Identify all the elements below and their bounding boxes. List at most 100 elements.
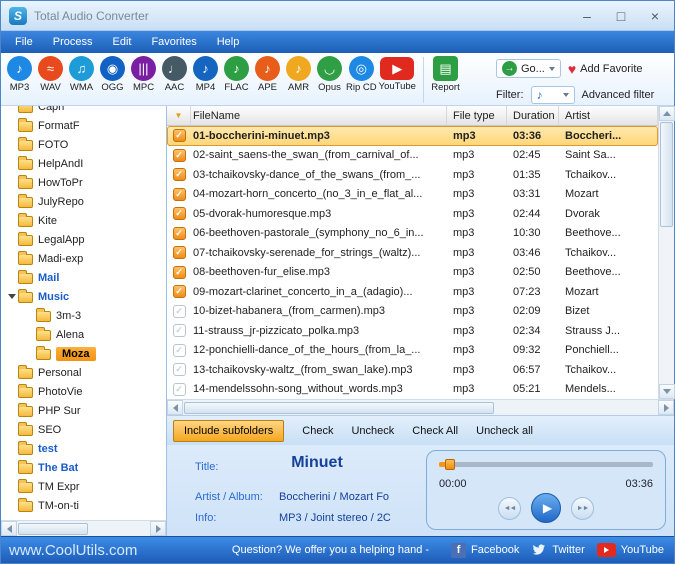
file-row[interactable]: ✓ 03-tchaikovsky-dance_of_the_swans_(fro… [167, 165, 658, 185]
tree-folder-item[interactable]: TM Expr [1, 477, 166, 496]
list-vertical-scrollbar[interactable] [658, 106, 674, 399]
tree-folder-item[interactable]: PHP Sur [1, 401, 166, 420]
scroll-down-icon[interactable] [659, 384, 675, 399]
column-header-filename[interactable]: FileName [191, 106, 447, 125]
format-button[interactable]: ▶ YouTube [378, 56, 417, 105]
uncheck-all-button[interactable]: Uncheck all [476, 425, 533, 437]
file-row[interactable]: ✓ 04-mozart-horn_concerto_(no_3_in_e_fla… [167, 185, 658, 205]
checkbox-icon[interactable]: ✓ [173, 344, 186, 357]
expander-icon[interactable] [5, 465, 18, 470]
checkbox-icon[interactable]: ✓ [173, 305, 186, 318]
checkbox-icon[interactable]: ✓ [173, 246, 186, 259]
include-subfolders-button[interactable]: Include subfolders [173, 420, 284, 442]
checkbox-icon[interactable]: ✓ [173, 168, 186, 181]
format-button[interactable]: ||| MPC [128, 56, 159, 105]
tree-folder-item[interactable]: SEO [1, 420, 166, 439]
list-horizontal-scrollbar[interactable] [167, 399, 674, 415]
expander-icon[interactable] [5, 199, 18, 204]
check-all-button[interactable]: Check All [412, 425, 458, 437]
format-button[interactable]: ≈ WAV [35, 56, 66, 105]
file-row[interactable]: ✓ 10-bizet-habanera_(from_carmen).mp3 mp… [167, 302, 658, 322]
format-button[interactable]: ♪ APE [252, 56, 283, 105]
tree-folder-item[interactable]: FOTO [1, 135, 166, 154]
tree-folder-item[interactable]: Kite [1, 211, 166, 230]
menu-item[interactable]: Favorites [141, 33, 206, 51]
file-row[interactable]: ✓ 08-beethoven-fur_elise.mp3 mp3 02:50 B… [167, 263, 658, 283]
file-row[interactable]: ✓ 06-beethoven-pastorale_(symphony_no_6_… [167, 224, 658, 244]
tree-folder-item[interactable]: PhotoVie [1, 382, 166, 401]
filter-dropdown[interactable]: ♪ [531, 86, 575, 104]
format-button[interactable]: ◎ Rip CD [345, 56, 378, 105]
tree-folder-item[interactable]: LegalApp [1, 230, 166, 249]
go-button[interactable]: → Go... [496, 59, 561, 78]
format-button[interactable]: ♪ FLAC [221, 56, 252, 105]
checkbox-icon[interactable]: ✓ [173, 129, 186, 142]
expander-icon[interactable] [5, 294, 18, 299]
seek-handle[interactable] [445, 459, 455, 470]
tree-folder-item[interactable]: TM-on-ti [1, 496, 166, 515]
scroll-left-icon[interactable] [1, 521, 17, 536]
report-button[interactable]: ▤ Report [430, 56, 461, 105]
next-button[interactable]: ►► [571, 497, 594, 520]
maximize-button[interactable]: □ [606, 5, 636, 27]
scroll-right-icon[interactable] [150, 521, 166, 536]
checkbox-icon[interactable]: ✓ [173, 324, 186, 337]
scroll-left-icon[interactable] [167, 400, 183, 415]
file-row[interactable]: ✓ 12-ponchielli-dance_of_the_hours_(from… [167, 341, 658, 361]
tree-folder-item[interactable]: Moza [1, 344, 166, 363]
expander-icon[interactable] [5, 408, 18, 413]
file-row[interactable]: ✓ 01-boccherini-minuet.mp3 mp3 03:36 Boc… [167, 126, 658, 146]
tree-scrollbar-thumb[interactable] [18, 523, 88, 535]
format-button[interactable]: ♪ AMR [283, 56, 314, 105]
youtube-link[interactable]: YouTube [597, 543, 664, 557]
expander-icon[interactable] [5, 275, 18, 280]
scroll-right-icon[interactable] [658, 400, 674, 415]
tree-horizontal-scrollbar[interactable] [1, 520, 166, 536]
column-header-artist[interactable]: Artist [559, 106, 658, 125]
format-button[interactable]: ◡ Opus [314, 56, 345, 105]
facebook-link[interactable]: f Facebook [451, 543, 519, 558]
expander-icon[interactable] [5, 484, 18, 489]
menu-item[interactable]: File [5, 33, 43, 51]
format-button[interactable]: ♪ MP4 [190, 56, 221, 105]
expander-icon[interactable] [5, 142, 18, 147]
expander-icon[interactable] [5, 161, 18, 166]
file-row[interactable]: ✓ 05-dvorak-humoresque.mp3 mp3 02:44 Dvo… [167, 204, 658, 224]
previous-button[interactable]: ◄◄ [498, 497, 521, 520]
expander-icon[interactable] [5, 123, 18, 128]
tree-folder-item[interactable]: test [1, 439, 166, 458]
checkbox-icon[interactable]: ✓ [173, 227, 186, 240]
expander-icon[interactable] [5, 446, 18, 451]
expander-icon[interactable] [23, 313, 36, 318]
format-button[interactable]: ♪ MP3 [4, 56, 35, 105]
file-row[interactable]: ✓ 09-mozart-clarinet_concerto_in_a_(adag… [167, 282, 658, 302]
menu-item[interactable]: Help [207, 33, 250, 51]
play-button[interactable]: ▶ [531, 493, 561, 523]
expander-icon[interactable] [5, 389, 18, 394]
checkbox-icon[interactable]: ✓ [173, 266, 186, 279]
expander-icon[interactable] [23, 351, 36, 356]
tree-folder-item[interactable]: HowToPr [1, 173, 166, 192]
tree-folder-item[interactable]: FormatF [1, 116, 166, 135]
add-favorite-button[interactable]: ♥ Add Favorite [568, 61, 643, 77]
file-row[interactable]: ✓ 11-strauss_jr-pizzicato_polka.mp3 mp3 … [167, 321, 658, 341]
column-header-filetype[interactable]: File type [447, 106, 507, 125]
tree-folder-item[interactable]: JulyRepo [1, 192, 166, 211]
tree-folder-item[interactable]: HelpAndI [1, 154, 166, 173]
twitter-link[interactable]: Twitter [531, 543, 584, 557]
expander-icon[interactable] [5, 256, 18, 261]
format-button[interactable]: ♫ WMA [66, 56, 97, 105]
tree-folder-item[interactable]: Music [1, 287, 166, 306]
scroll-up-icon[interactable] [659, 106, 675, 121]
tree-folder-item[interactable]: Madi-exp [1, 249, 166, 268]
minimize-button[interactable]: – [572, 5, 602, 27]
column-header-duration[interactable]: Duration [507, 106, 559, 125]
uncheck-button[interactable]: Uncheck [351, 425, 394, 437]
close-button[interactable]: × [640, 5, 670, 27]
expander-icon[interactable] [5, 106, 18, 109]
vertical-scrollbar-thumb[interactable] [660, 122, 673, 227]
checkbox-icon[interactable]: ✓ [173, 383, 186, 396]
check-button[interactable]: Check [302, 425, 333, 437]
checkbox-icon[interactable]: ✓ [173, 188, 186, 201]
format-button[interactable]: ♩ AAC [159, 56, 190, 105]
